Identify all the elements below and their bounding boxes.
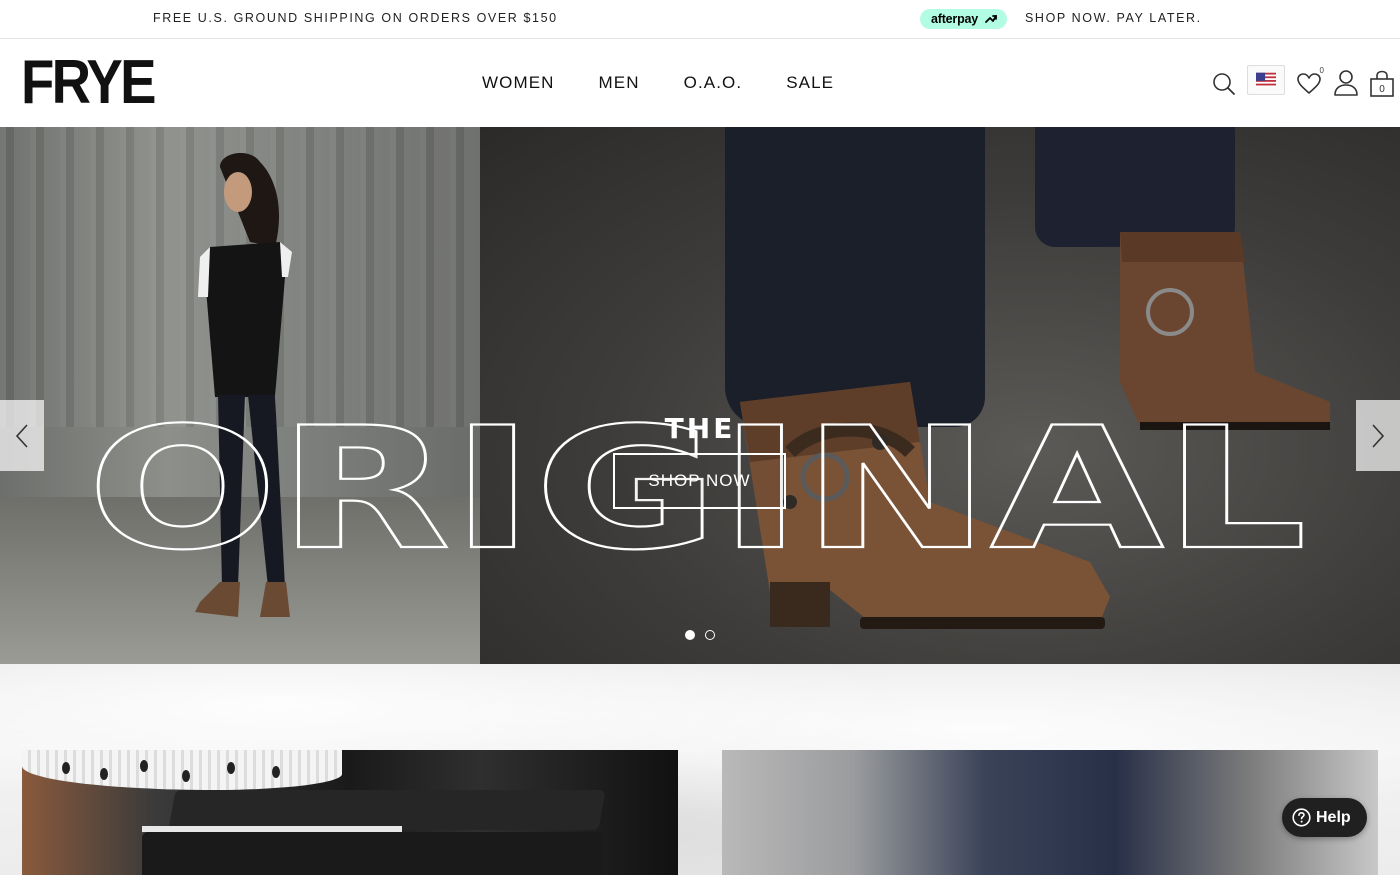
polka-dot — [62, 762, 70, 774]
featured-section — [0, 664, 1400, 875]
shoe-strap — [168, 790, 606, 830]
header-utility-icons: 0 0 — [1210, 65, 1400, 100]
chevron-right-icon — [1372, 424, 1385, 448]
account-user-icon[interactable] — [1333, 69, 1359, 97]
hero-photo-woman-walking — [0, 127, 480, 664]
afterpay-label: afterpay — [931, 12, 979, 26]
nav-item-oao[interactable]: O.A.O. — [684, 73, 743, 93]
carousel-prev-button[interactable] — [0, 400, 44, 471]
featured-card-left[interactable] — [22, 750, 678, 875]
main-nav: WOMEN MEN O.A.O. SALE — [482, 73, 834, 93]
afterpay-arrows-icon — [985, 15, 997, 23]
shoe-sole — [142, 832, 602, 875]
frye-logo[interactable]: FRYE — [21, 50, 157, 116]
search-icon[interactable] — [1211, 70, 1237, 98]
afterpay-badge[interactable]: afterpay — [920, 9, 1007, 29]
hero-carousel: THE ORIGINAL SHOP NOW — [0, 127, 1400, 664]
polka-dot — [100, 768, 108, 780]
nav-item-women[interactable]: WOMEN — [482, 73, 555, 93]
free-shipping-message: FREE U.S. GROUND SHIPPING ON ORDERS OVER… — [153, 11, 558, 25]
us-flag-icon[interactable] — [1247, 65, 1285, 95]
jeans-leg-back — [1035, 127, 1235, 247]
polka-dot — [182, 770, 190, 782]
shop-now-button[interactable]: SHOP NOW — [613, 453, 786, 509]
chevron-left-icon — [15, 424, 28, 448]
announcement-bar: FREE U.S. GROUND SHIPPING ON ORDERS OVER… — [0, 0, 1400, 39]
carousel-dot-2[interactable] — [705, 630, 715, 640]
nav-item-sale[interactable]: SALE — [786, 73, 834, 93]
carousel-dots — [685, 630, 717, 642]
site-header: FRYE WOMEN MEN O.A.O. SALE 0 0 — [0, 40, 1400, 127]
polka-dot-ruffle — [22, 750, 342, 790]
shopping-bag-icon[interactable]: 0 — [1369, 70, 1395, 98]
question-circle-icon — [1292, 808, 1311, 827]
hero-photo-boots-closeup — [480, 127, 1400, 664]
polka-dot — [140, 760, 148, 772]
nav-item-men[interactable]: MEN — [599, 73, 640, 93]
featured-card-right[interactable] — [722, 750, 1378, 875]
polka-dot — [272, 766, 280, 778]
help-button[interactable]: Help — [1282, 798, 1367, 837]
carousel-next-button[interactable] — [1356, 400, 1400, 471]
polka-dot — [227, 762, 235, 774]
wishlist-count: 0 — [1319, 66, 1324, 75]
carousel-dot-1[interactable] — [685, 630, 695, 640]
help-label: Help — [1316, 809, 1351, 826]
pay-later-message[interactable]: SHOP NOW. PAY LATER. — [1025, 11, 1202, 25]
wishlist-heart-icon[interactable]: 0 — [1296, 66, 1324, 98]
bag-count: 0 — [1379, 84, 1385, 95]
